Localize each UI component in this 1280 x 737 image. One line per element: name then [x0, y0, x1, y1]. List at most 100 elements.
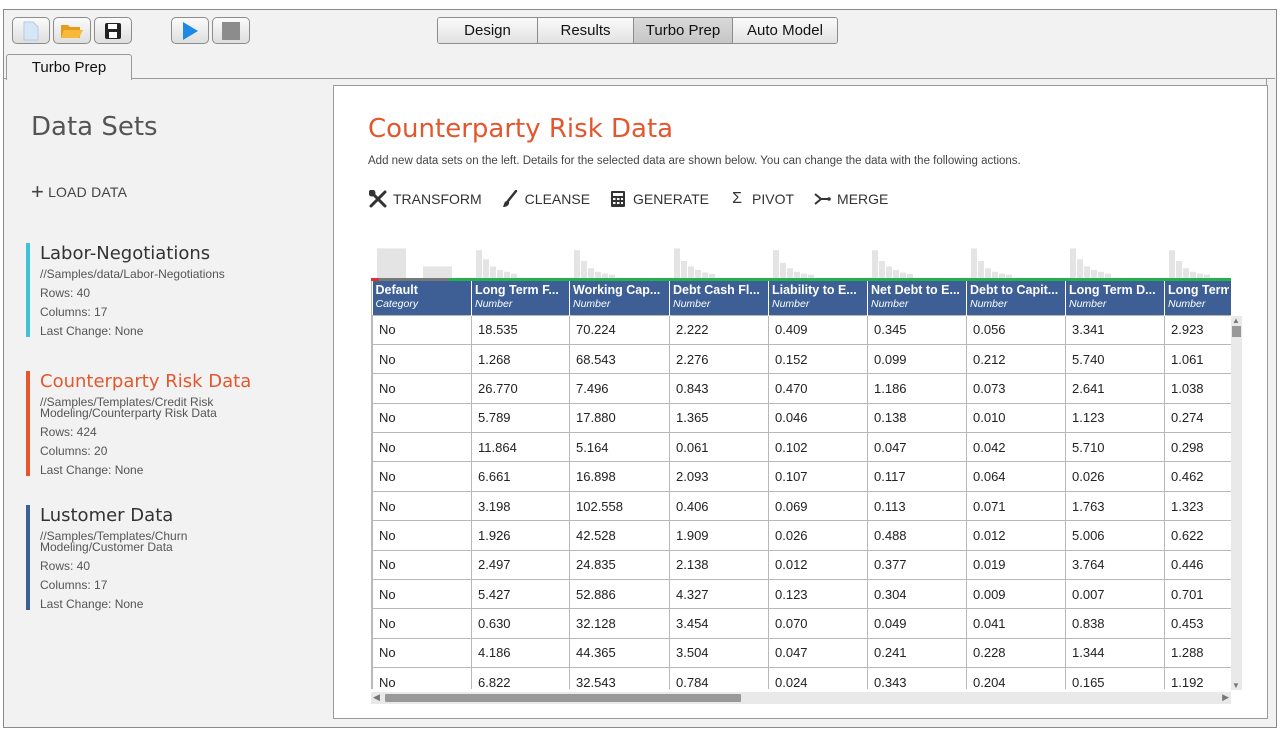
- table-cell[interactable]: 2.222: [669, 314, 769, 345]
- table-cell[interactable]: No: [372, 520, 472, 551]
- column-header[interactable]: Net Debt to E... Number: [867, 281, 967, 315]
- view-tab-results[interactable]: Results: [538, 18, 634, 43]
- table-cell[interactable]: No: [372, 314, 472, 345]
- table-cell[interactable]: No: [372, 549, 472, 581]
- table-cell[interactable]: No: [372, 667, 472, 689]
- column-header[interactable]: Long Term Number: [1164, 281, 1231, 315]
- table-cell[interactable]: 1.323: [1164, 490, 1231, 522]
- table-cell[interactable]: 0.064: [966, 461, 1066, 492]
- table-row[interactable]: No 18.535 70.224 2.222 0.409 0.345 0.056 3.341 2…: [372, 314, 1231, 345]
- table-cell[interactable]: No: [372, 637, 472, 669]
- table-cell[interactable]: No: [372, 490, 472, 522]
- table-cell[interactable]: 0.462: [1164, 461, 1231, 492]
- table-cell[interactable]: 32.128: [569, 608, 670, 639]
- table-cell[interactable]: 0.009: [966, 579, 1066, 610]
- table-cell[interactable]: 2.923: [1164, 314, 1231, 345]
- table-cell[interactable]: 0.010: [966, 402, 1066, 434]
- table-cell[interactable]: 1.365: [669, 402, 769, 434]
- table-cell[interactable]: 0.024: [768, 667, 868, 689]
- table-cell[interactable]: 0.838: [1065, 608, 1165, 639]
- table-cell[interactable]: 5.710: [1065, 432, 1165, 463]
- table-cell[interactable]: 2.641: [1065, 373, 1165, 404]
- table-cell[interactable]: 5.006: [1065, 520, 1165, 551]
- pivot-button[interactable]: Σ PIVOT: [727, 190, 794, 208]
- table-cell[interactable]: 0.446: [1164, 549, 1231, 581]
- table-cell[interactable]: 0.345: [867, 314, 967, 345]
- table-cell[interactable]: 1.926: [471, 520, 570, 551]
- table-cell[interactable]: 0.107: [768, 461, 868, 492]
- table-cell[interactable]: 0.343: [867, 667, 967, 689]
- table-cell[interactable]: 1.192: [1164, 667, 1231, 689]
- table-cell[interactable]: 6.822: [471, 667, 570, 689]
- table-cell[interactable]: 2.497: [471, 549, 570, 581]
- table-cell[interactable]: 0.488: [867, 520, 967, 551]
- table-cell[interactable]: 0.102: [768, 432, 868, 463]
- table-cell[interactable]: 0.138: [867, 402, 967, 434]
- table-cell[interactable]: 0.152: [768, 343, 868, 375]
- table-cell[interactable]: 0.274: [1164, 402, 1231, 434]
- table-cell[interactable]: No: [372, 343, 472, 375]
- table-cell[interactable]: 1.186: [867, 373, 967, 404]
- table-cell[interactable]: 5.789: [471, 402, 570, 434]
- table-cell[interactable]: 0.049: [867, 608, 967, 639]
- stop-button[interactable]: [212, 17, 250, 44]
- save-process-button[interactable]: [94, 17, 132, 44]
- table-cell[interactable]: 0.056: [966, 314, 1066, 345]
- table-row[interactable]: No 5.427 52.886 4.327 0.123 0.304 0.009 0.007 0.…: [372, 579, 1231, 610]
- table-cell[interactable]: 0.241: [867, 637, 967, 669]
- column-header[interactable]: Long Term F... Number: [471, 281, 570, 315]
- scroll-left-icon[interactable]: ◀: [373, 692, 380, 703]
- load-data-button[interactable]: + LOAD DATA: [31, 181, 127, 203]
- table-cell[interactable]: 0.701: [1164, 579, 1231, 610]
- table-cell[interactable]: 3.198: [471, 490, 570, 522]
- table-cell[interactable]: 11.864: [471, 432, 570, 463]
- view-tab-turbo-prep[interactable]: Turbo Prep: [634, 18, 733, 43]
- table-row[interactable]: No 5.789 17.880 1.365 0.046 0.138 0.010 1.123 0.…: [372, 402, 1231, 434]
- table-cell[interactable]: No: [372, 432, 472, 463]
- horizontal-scroll-thumb[interactable]: [385, 694, 741, 702]
- table-cell[interactable]: 0.061: [669, 432, 769, 463]
- table-cell[interactable]: 52.886: [569, 579, 670, 610]
- table-cell[interactable]: 0.007: [1065, 579, 1165, 610]
- table-cell[interactable]: 32.543: [569, 667, 670, 689]
- table-row[interactable]: No 2.497 24.835 2.138 0.012 0.377 0.019 3.764 0.…: [372, 549, 1231, 581]
- vertical-scroll-thumb[interactable]: [1232, 326, 1241, 337]
- scroll-up-icon[interactable]: ▲: [1232, 316, 1240, 325]
- table-cell[interactable]: 0.377: [867, 549, 967, 581]
- table-cell[interactable]: 0.113: [867, 490, 967, 522]
- table-cell[interactable]: 1.909: [669, 520, 769, 551]
- table-cell[interactable]: 2.093: [669, 461, 769, 492]
- table-cell[interactable]: 0.046: [768, 402, 868, 434]
- table-cell[interactable]: 0.212: [966, 343, 1066, 375]
- table-cell[interactable]: 102.558: [569, 490, 670, 522]
- dataset-item-customer-data[interactable]: Lustomer Data //Samples/Templates/Churn …: [26, 505, 240, 610]
- table-cell[interactable]: 68.543: [569, 343, 670, 375]
- generate-button[interactable]: GENERATE: [608, 190, 709, 208]
- table-cell[interactable]: 1.123: [1065, 402, 1165, 434]
- table-cell[interactable]: 0.298: [1164, 432, 1231, 463]
- table-cell[interactable]: 3.504: [669, 637, 769, 669]
- table-cell[interactable]: 0.470: [768, 373, 868, 404]
- table-cell[interactable]: 3.764: [1065, 549, 1165, 581]
- table-row[interactable]: No 3.198 102.558 0.406 0.069 0.113 0.071 1.763 1…: [372, 490, 1231, 522]
- table-cell[interactable]: 6.661: [471, 461, 570, 492]
- table-cell[interactable]: 1.268: [471, 343, 570, 375]
- table-cell[interactable]: 0.117: [867, 461, 967, 492]
- column-header[interactable]: Default Category: [372, 281, 472, 315]
- run-button[interactable]: [171, 17, 209, 44]
- table-cell[interactable]: 1.038: [1164, 373, 1231, 404]
- merge-button[interactable]: MERGE: [812, 190, 888, 208]
- scroll-right-icon[interactable]: ▶: [1222, 692, 1229, 703]
- table-cell[interactable]: 17.880: [569, 402, 670, 434]
- open-process-button[interactable]: [53, 17, 91, 44]
- cleanse-button[interactable]: CLEANSE: [500, 190, 590, 208]
- table-row[interactable]: No 1.926 42.528 1.909 0.026 0.488 0.012 5.006 0.…: [372, 520, 1231, 551]
- table-cell[interactable]: 2.276: [669, 343, 769, 375]
- table-cell[interactable]: 1.344: [1065, 637, 1165, 669]
- table-cell[interactable]: 0.165: [1065, 667, 1165, 689]
- table-cell[interactable]: 16.898: [569, 461, 670, 492]
- table-cell[interactable]: 3.341: [1065, 314, 1165, 345]
- vertical-scrollbar[interactable]: ▲ ▼: [1231, 316, 1242, 690]
- table-cell[interactable]: 44.365: [569, 637, 670, 669]
- table-cell[interactable]: 0.042: [966, 432, 1066, 463]
